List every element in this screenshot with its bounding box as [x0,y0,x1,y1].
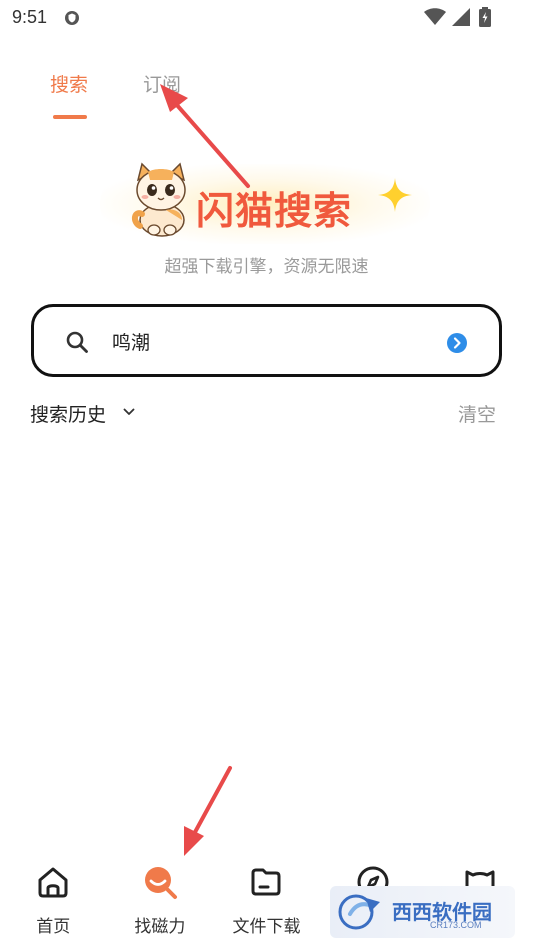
search-input[interactable] [112,325,432,357]
home-icon [38,867,68,898]
logo-text: 闪猫搜索 [196,189,353,233]
annotation-arrows [160,84,250,856]
top-tabs: 搜索 订阅 [50,70,181,97]
search-submit-button[interactable] [447,333,467,353]
tab-indicator [53,115,87,119]
sparkle-icon [378,178,412,212]
watermark: 西西软件园 CR173.COM [330,886,515,938]
shield-icon [65,11,79,25]
search-icon [66,331,88,353]
nav-file-download[interactable]: 文件下载 [213,850,320,948]
nav-home[interactable]: 首页 [0,850,107,948]
search-history-header: 搜索历史 清空 [30,398,496,428]
annotation-arrow-bottom [184,766,232,856]
chevron-right-icon [453,337,461,349]
search-history-toggle[interactable]: 搜索历史 [30,400,106,427]
watermark-subtext: CR173.COM [430,920,482,930]
nav-find-magnet-label: 找磁力 [134,917,186,937]
chevron-down-icon[interactable] [123,407,135,417]
tab-subscribe[interactable]: 订阅 [143,70,181,97]
battery-icon [479,7,491,27]
tab-search[interactable]: 搜索 [50,70,88,97]
nav-find-magnet[interactable]: 找磁力 [107,850,214,948]
signal-icon [452,8,470,26]
clear-history-button[interactable]: 清空 [458,400,496,427]
status-bar: 9:51 [0,0,533,36]
search-box [31,304,502,377]
status-time: 9:51 [12,7,48,27]
nav-file-download-label: 文件下载 [232,917,301,937]
magnet-search-icon [144,867,177,899]
app-logo: 闪猫搜索 [0,150,533,250]
folder-icon [251,868,281,896]
wifi-icon [424,8,446,25]
nav-home-label: 首页 [36,917,71,937]
subtitle: 超强下载引擎，资源无限速 [164,257,369,277]
watermark-logo-icon [338,894,380,930]
cat-mascot-icon [132,162,186,237]
